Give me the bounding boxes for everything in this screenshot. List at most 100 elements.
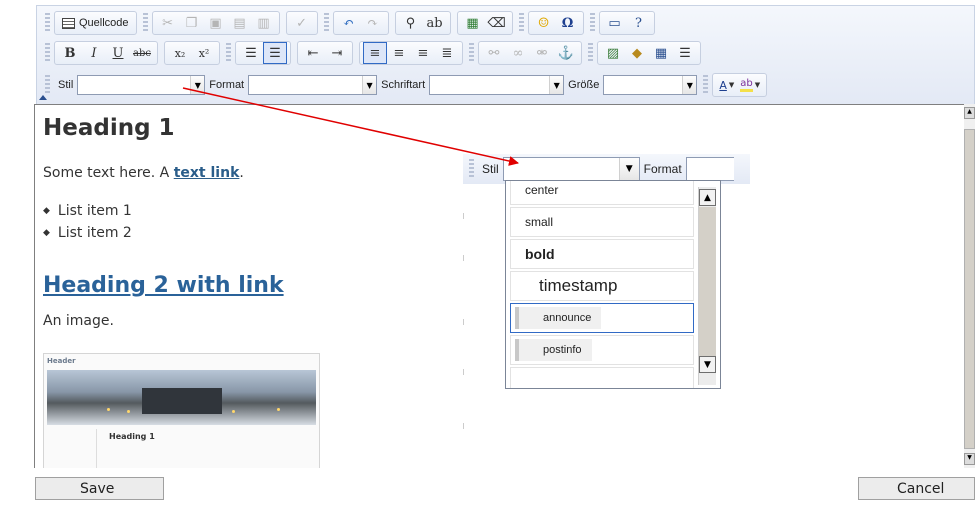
align-justify-icon[interactable]: ≣ [435, 42, 459, 64]
underline-button[interactable]: U [106, 42, 130, 64]
scroll-thumb[interactable] [964, 129, 975, 449]
style-dropdown-list[interactable]: center small bold timestamp announce pos… [505, 180, 721, 389]
view-group: ▭ ? [598, 11, 655, 35]
size-combo-label: Größe [568, 79, 600, 91]
strike-button[interactable]: abc [130, 42, 154, 64]
text-color-icon: A [719, 78, 727, 92]
toolbar-grip[interactable] [45, 13, 50, 33]
align-center-icon[interactable]: ≡ [387, 42, 411, 64]
inset-style-label: Stil [482, 162, 499, 176]
dropdown-item-timestamp[interactable]: timestamp [510, 271, 694, 301]
size-combo[interactable]: ▼ [603, 75, 698, 95]
list-item: List item 1 [43, 201, 132, 223]
basic-style-group: B I U abc [54, 41, 158, 65]
chevron-down-icon[interactable]: ▼ [362, 76, 377, 94]
bg-color-button[interactable]: ab ▼ [740, 78, 760, 92]
dropdown-item-empty[interactable] [510, 367, 694, 388]
unlink-icon[interactable]: ⚮ [530, 42, 554, 64]
table-icon[interactable]: ▦ [649, 42, 673, 64]
toolbar-grip[interactable] [45, 75, 50, 95]
list-item: List item 2 [43, 223, 132, 245]
editor-content: Heading 1 Some text here. A text link. L… [43, 115, 284, 329]
link-icon[interactable]: ⚯ [482, 42, 506, 64]
flash-icon[interactable]: ◆ [625, 42, 649, 64]
scroll-down-icon[interactable]: ▼ [699, 356, 716, 373]
anchor-icon[interactable]: ⚓ [554, 42, 578, 64]
content-image: Header Heading 1 [43, 353, 320, 468]
cut-icon[interactable]: ✂ [156, 12, 180, 34]
replace-icon[interactable]: ab [423, 12, 447, 34]
redo-icon[interactable]: ↷ [361, 12, 385, 34]
paragraph-1: Some text here. A text link. [43, 165, 244, 181]
spellcheck-icon[interactable]: ✓ [290, 12, 314, 34]
italic-button[interactable]: I [82, 42, 106, 64]
align-group: ≡ ≡ ≡ ≣ [359, 41, 463, 65]
scroll-thumb[interactable] [699, 207, 716, 367]
toolbar-grip [703, 75, 709, 95]
superscript-button[interactable]: x² [192, 42, 216, 64]
help-icon[interactable]: ? [627, 12, 651, 34]
paste-text-icon[interactable]: ▤ [228, 12, 252, 34]
undo-group: ↶ ↷ [332, 11, 389, 35]
paste-icon[interactable]: ▣ [204, 12, 228, 34]
scroll-down-icon[interactable]: ▼ [964, 453, 975, 465]
undo-icon[interactable]: ↶ [337, 12, 361, 34]
script-group: x₂ x² [164, 41, 220, 65]
toolbar-grip [518, 13, 524, 33]
inset-style-combo[interactable]: ▼ [502, 157, 640, 181]
numbered-list-icon[interactable]: ☰ [239, 42, 263, 64]
dropdown-item-small[interactable]: small [510, 207, 694, 237]
select-all-icon[interactable]: ▦ [461, 12, 485, 34]
outdent-icon[interactable]: ⇤ [301, 42, 325, 64]
show-blocks-icon[interactable]: ▭ [603, 12, 627, 34]
style-combo[interactable]: ▼ [77, 75, 206, 95]
toolbar-collapse-icon[interactable] [39, 95, 47, 100]
find-group: ⚲ ab [394, 11, 451, 35]
chain-icon[interactable]: ∞ [506, 42, 530, 64]
format-combo[interactable]: ▼ [248, 75, 378, 95]
toolbar-grip[interactable] [45, 43, 50, 63]
chevron-down-icon[interactable]: ▼ [549, 76, 564, 94]
text-link[interactable]: text link [174, 165, 240, 181]
dropdown-item-announce[interactable]: announce [510, 303, 694, 333]
special-char-icon[interactable]: Ω [556, 12, 580, 34]
font-combo[interactable]: ▼ [429, 75, 565, 95]
paste-word-icon[interactable]: ▥ [252, 12, 276, 34]
align-left-icon[interactable]: ≡ [363, 42, 387, 64]
toolbar-row-1: Quellcode ✂ ❐ ▣ ▤ ▥ ✓ ↶ ↷ ⚲ ab ▦ ⌫ ☺ Ω ▭… [45, 10, 661, 36]
dropdown-item-center[interactable]: center [510, 181, 694, 205]
eraser-icon[interactable]: ⌫ [485, 12, 509, 34]
chevron-down-icon[interactable]: ▼ [190, 76, 205, 94]
select-group: ▦ ⌫ [456, 11, 513, 35]
bold-button[interactable]: B [58, 42, 82, 64]
image-icon[interactable]: ▨ [601, 42, 625, 64]
heading-1: Heading 1 [43, 115, 175, 141]
dropdown-scrollbar[interactable]: ▲ ▼ [698, 187, 716, 385]
subscript-button[interactable]: x₂ [168, 42, 192, 64]
source-label: Quellcode [79, 17, 129, 29]
toolbar-grip [588, 43, 593, 63]
dropdown-item-postinfo[interactable]: postinfo [510, 335, 694, 365]
horizontal-rule-icon[interactable]: ☰ [673, 42, 697, 64]
scroll-up-icon[interactable]: ▲ [964, 107, 975, 119]
smiley-icon[interactable]: ☺ [532, 12, 556, 34]
scroll-up-icon[interactable]: ▲ [699, 189, 716, 206]
thumbnail-header: Header [47, 357, 76, 365]
chevron-down-icon[interactable]: ▼ [682, 76, 697, 94]
inset-format-combo[interactable] [685, 157, 734, 181]
chevron-down-icon: ▼ [728, 81, 735, 89]
align-right-icon[interactable]: ≡ [411, 42, 435, 64]
source-button[interactable]: Quellcode [58, 12, 133, 34]
indent-icon[interactable]: ⇥ [325, 42, 349, 64]
bulleted-list-icon[interactable]: ☰ [263, 42, 287, 64]
text-color-button[interactable]: A ▼ [719, 79, 734, 92]
heading-2: Heading 2 with link [43, 273, 284, 298]
find-icon[interactable]: ⚲ [399, 12, 423, 34]
chevron-down-icon[interactable]: ▼ [618, 158, 639, 180]
dropdown-item-bold[interactable]: bold [510, 239, 694, 269]
editor-scrollbar[interactable]: ▲ ▼ [964, 104, 975, 468]
cancel-button[interactable]: Cancel [858, 477, 975, 500]
save-button[interactable]: Save [35, 477, 164, 500]
copy-icon[interactable]: ❐ [180, 12, 204, 34]
heading-2-link[interactable]: Heading 2 with link [43, 273, 284, 298]
